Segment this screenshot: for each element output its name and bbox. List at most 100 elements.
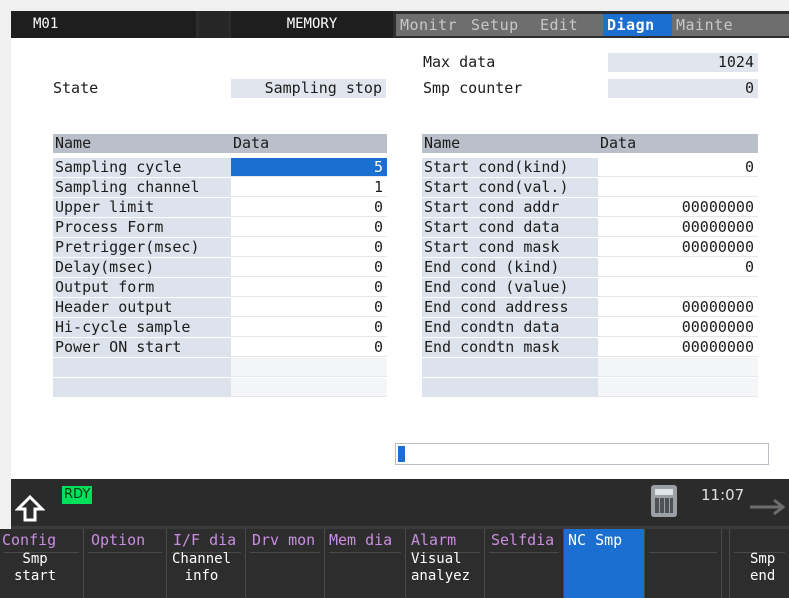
table-row[interactable]: Start cond(kind) 0 [422,158,758,178]
nc-screen: M01 MEMORY Monitr Setup Edit Diagn Maint… [0,0,789,598]
param-value[interactable]: 0 [231,238,387,257]
menu-key-memory-diagnosis[interactable]: Mem dia [324,529,405,598]
menu-key-divider [489,552,559,553]
table-row[interactable]: Delay(msec) 0 [53,258,387,278]
table-row[interactable]: Sampling cycle 5 [53,158,387,178]
table-row[interactable]: End condtn data 00000000 [422,318,758,338]
param-value[interactable]: 00000000 [598,318,758,337]
param-value[interactable]: 0 [231,278,387,297]
menu-key-top-label: Mem dia [329,531,393,549]
param-value[interactable]: 0 [598,158,758,177]
sampling-progress-bar [395,443,769,465]
menu-key-bottom-label: Channel info [172,551,232,584]
param-value[interactable]: 00000000 [598,218,758,237]
status-bar: RDY 11:07 [11,479,789,529]
table-row[interactable]: Process Form 0 [53,218,387,238]
tab-diagnosis[interactable]: Diagn [603,14,673,36]
menu-key-sampling-end[interactable]: Smp end [729,529,789,598]
state-label: State [53,79,99,97]
param-name: Sampling channel [53,178,231,197]
param-name: Start cond data [422,218,598,237]
param-name [422,358,598,377]
table-row[interactable]: Start cond(val.) [422,178,758,198]
max-data-value: 1024 [608,53,758,72]
param-value[interactable] [598,278,758,297]
menu-key-bottom-label: Smp start [14,551,57,584]
param-value[interactable]: 00000000 [598,238,758,257]
param-name [53,378,231,397]
table-row[interactable]: Start cond mask 00000000 [422,238,758,258]
param-value[interactable]: 0 [598,258,758,277]
menu-key-option[interactable]: Option [83,529,166,598]
progress-fill [398,446,405,462]
table-row[interactable]: Hi-cycle sample 0 [53,318,387,338]
table-row[interactable]: End condtn mask 00000000 [422,338,758,358]
sampling-panel: Max data 1024 State Sampling stop Smp co… [11,38,789,479]
param-value[interactable]: 00000000 [598,338,758,357]
param-value[interactable]: 0 [231,218,387,237]
next-page-arrow-icon[interactable] [748,497,788,517]
right-parameter-table: Name Data Start cond(kind) 0 Start cond(… [422,134,758,434]
table-row[interactable]: Pretrigger(msec) 0 [53,238,387,258]
param-value [598,378,758,397]
param-value[interactable] [598,178,758,197]
calculator-icon[interactable] [651,485,677,517]
menu-key-divider [649,552,717,553]
menu-key-bottom-label: Smp end [750,551,776,584]
table-row[interactable]: Start cond addr 00000000 [422,198,758,218]
param-value [231,358,387,377]
param-name: Start cond(val.) [422,178,598,197]
top-bar: M01 MEMORY Monitr Setup Edit Diagn Maint… [11,11,789,38]
table-row[interactable]: Power ON start 0 [53,338,387,358]
tab-maintenance[interactable]: Mainte [672,14,789,36]
param-value[interactable]: 0 [231,298,387,317]
status-cell [199,11,229,38]
menu-key-divider [250,552,320,553]
table-row[interactable]: Sampling channel 1 [53,178,387,198]
menu-key-top-label: Alarm [411,531,457,549]
menu-key-if-diagnosis[interactable]: I/F dia Channel info [166,529,245,598]
param-value[interactable]: 0 [231,258,387,277]
table-row[interactable]: End cond (kind) 0 [422,258,758,278]
menu-key-blank-9[interactable] [644,529,721,598]
param-name: Output form [53,278,231,297]
param-name: Start cond(kind) [422,158,598,177]
param-name: Header output [53,298,231,317]
table-row[interactable]: Upper limit 0 [53,198,387,218]
param-value[interactable]: 0 [231,198,387,217]
param-value[interactable]: 0 [231,318,387,337]
tab-monitor[interactable]: Monitr [396,14,468,36]
menu-key-divider [329,552,401,553]
param-value-selected[interactable]: 5 [231,158,387,177]
menu-key-config[interactable]: Config Smp start [0,529,83,598]
param-name: Delay(msec) [53,258,231,277]
table-row[interactable]: Output form 0 [53,278,387,298]
tab-setup[interactable]: Setup [467,14,537,36]
menu-key-top-label: Config [2,531,57,549]
param-value[interactable]: 1 [231,178,387,197]
menu-key-top-label: Option [91,531,146,549]
menu-key-top-label: I/F dia [173,531,237,549]
menu-key-alarm[interactable]: Alarm Visual analyez [405,529,484,598]
param-name: Start cond mask [422,238,598,257]
param-name [53,358,231,377]
table-row[interactable]: Header output 0 [53,298,387,318]
param-name: Hi-cycle sample [53,318,231,337]
column-header-data: Data [598,134,758,153]
tab-edit[interactable]: Edit [536,14,604,36]
menu-key-nc-sampling[interactable]: NC Smp [563,529,644,598]
param-value[interactable]: 00000000 [598,298,758,317]
table-header: Name Data [422,134,758,154]
menu-key-bottom-label: Visual analyez [411,551,471,584]
state-value: Sampling stop [231,79,386,98]
param-value[interactable]: 0 [231,338,387,357]
menu-key-self-diagnosis[interactable]: Selfdia [484,529,563,598]
table-row[interactable]: End cond (value) [422,278,758,298]
menu-key-drive-monitor[interactable]: Drv mon [245,529,324,598]
home-arrow-icon[interactable] [15,493,45,523]
memory-mode: MEMORY [231,11,393,38]
table-row[interactable]: End cond address 00000000 [422,298,758,318]
table-row[interactable]: Start cond data 00000000 [422,218,758,238]
param-name: Power ON start [53,338,231,357]
param-value[interactable]: 00000000 [598,198,758,217]
